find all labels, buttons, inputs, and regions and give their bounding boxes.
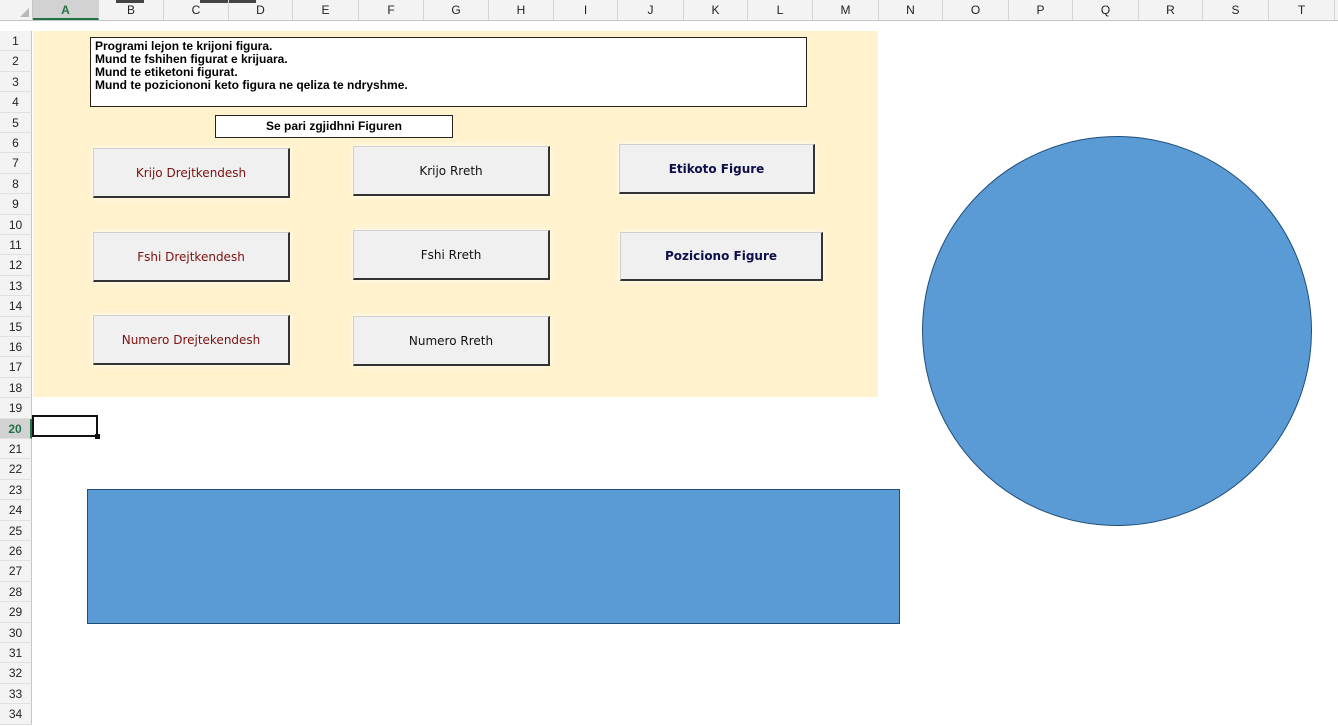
column-header-L[interactable]: L [748, 0, 813, 20]
create-rectangle-button[interactable]: Krijo Drejtkendesh [93, 148, 290, 198]
select-all-corner[interactable] [0, 0, 33, 20]
row-header-25[interactable]: 25 [0, 520, 32, 541]
row-header-6[interactable]: 6 [0, 133, 32, 154]
column-header-A[interactable]: A [33, 0, 99, 20]
row-header-28[interactable]: 28 [0, 581, 32, 603]
column-header-J[interactable]: J [618, 0, 684, 20]
column-header-N[interactable]: N [879, 0, 943, 20]
row-header-10[interactable]: 10 [0, 214, 32, 235]
column-header-R[interactable]: R [1139, 0, 1203, 20]
row-header-2[interactable]: 2 [0, 51, 32, 72]
row-header-1[interactable]: 1 [0, 31, 32, 52]
active-cell-A20[interactable] [32, 415, 100, 439]
row-header-9[interactable]: 9 [0, 194, 32, 215]
column-header-K[interactable]: K [684, 0, 748, 20]
count-rectangle-button[interactable]: Numero Drejtekendesh [93, 315, 290, 365]
column-header-G[interactable]: G [424, 0, 489, 20]
row-header-11[interactable]: 11 [0, 235, 32, 256]
select-all-triangle-icon [20, 8, 29, 17]
row-header-7[interactable]: 7 [0, 153, 32, 174]
row-header-29[interactable]: 29 [0, 602, 32, 623]
column-header-I[interactable]: I [554, 0, 618, 20]
column-header-O[interactable]: O [943, 0, 1009, 20]
row-header-26[interactable]: 26 [0, 541, 32, 562]
select-shape-label: Se pari zgjidhni Figuren [215, 115, 453, 138]
rectangle-shape[interactable] [87, 489, 900, 624]
info-line: Mund te poziciononi keto figura ne qeliz… [95, 78, 408, 92]
row-header-32[interactable]: 32 [0, 663, 32, 684]
delete-circle-button[interactable]: Fshi Rreth [353, 230, 550, 280]
column-header-B[interactable]: B [99, 0, 164, 20]
create-circle-button[interactable]: Krijo Rreth [353, 146, 550, 196]
column-header-C[interactable]: C [164, 0, 229, 20]
info-textbox: Programi lejon te krijoni figura. Mund t… [90, 37, 807, 107]
row-header-14[interactable]: 14 [0, 296, 32, 317]
row-header-4[interactable]: 4 [0, 92, 32, 113]
label-shape-button[interactable]: Etikoto Figure [619, 144, 815, 194]
row-header-13[interactable]: 13 [0, 275, 32, 297]
row-header-5[interactable]: 5 [0, 112, 32, 133]
column-header-H[interactable]: H [489, 0, 554, 20]
row-header-27[interactable]: 27 [0, 561, 32, 582]
column-header-S[interactable]: S [1203, 0, 1269, 20]
row-header-3[interactable]: 3 [0, 71, 32, 93]
row-header-31[interactable]: 31 [0, 643, 32, 664]
position-shape-button[interactable]: Poziciono Figure [620, 232, 823, 281]
count-circle-button[interactable]: Numero Rreth [353, 316, 550, 366]
delete-rectangle-button[interactable]: Fshi Drejtkendesh [93, 232, 290, 282]
fill-handle[interactable] [95, 434, 100, 439]
column-header-E[interactable]: E [293, 0, 359, 20]
row-header-21[interactable]: 21 [0, 439, 32, 460]
row-header-18[interactable]: 18 [0, 377, 32, 399]
row-header-12[interactable]: 12 [0, 255, 32, 276]
row-header-17[interactable]: 17 [0, 357, 32, 378]
row-header-30[interactable]: 30 [0, 622, 32, 643]
column-header-M[interactable]: M [813, 0, 879, 20]
row-header-23[interactable]: 23 [0, 479, 32, 501]
row-header-15[interactable]: 15 [0, 316, 32, 337]
row-header-19[interactable]: 19 [0, 398, 32, 419]
column-header-P[interactable]: P [1009, 0, 1073, 20]
row-header-34[interactable]: 34 [0, 704, 32, 725]
row-header-8[interactable]: 8 [0, 173, 32, 195]
row-header-22[interactable]: 22 [0, 459, 32, 480]
circle-shape[interactable] [922, 136, 1312, 526]
row-header-16[interactable]: 16 [0, 337, 32, 358]
column-header-Q[interactable]: Q [1073, 0, 1139, 20]
column-header-F[interactable]: F [359, 0, 424, 20]
column-header-T[interactable]: T [1269, 0, 1335, 20]
row-header-24[interactable]: 24 [0, 500, 32, 521]
row-header-20[interactable]: 20 [0, 418, 32, 439]
column-header-D[interactable]: D [229, 0, 293, 20]
row-header-33[interactable]: 33 [0, 683, 32, 705]
